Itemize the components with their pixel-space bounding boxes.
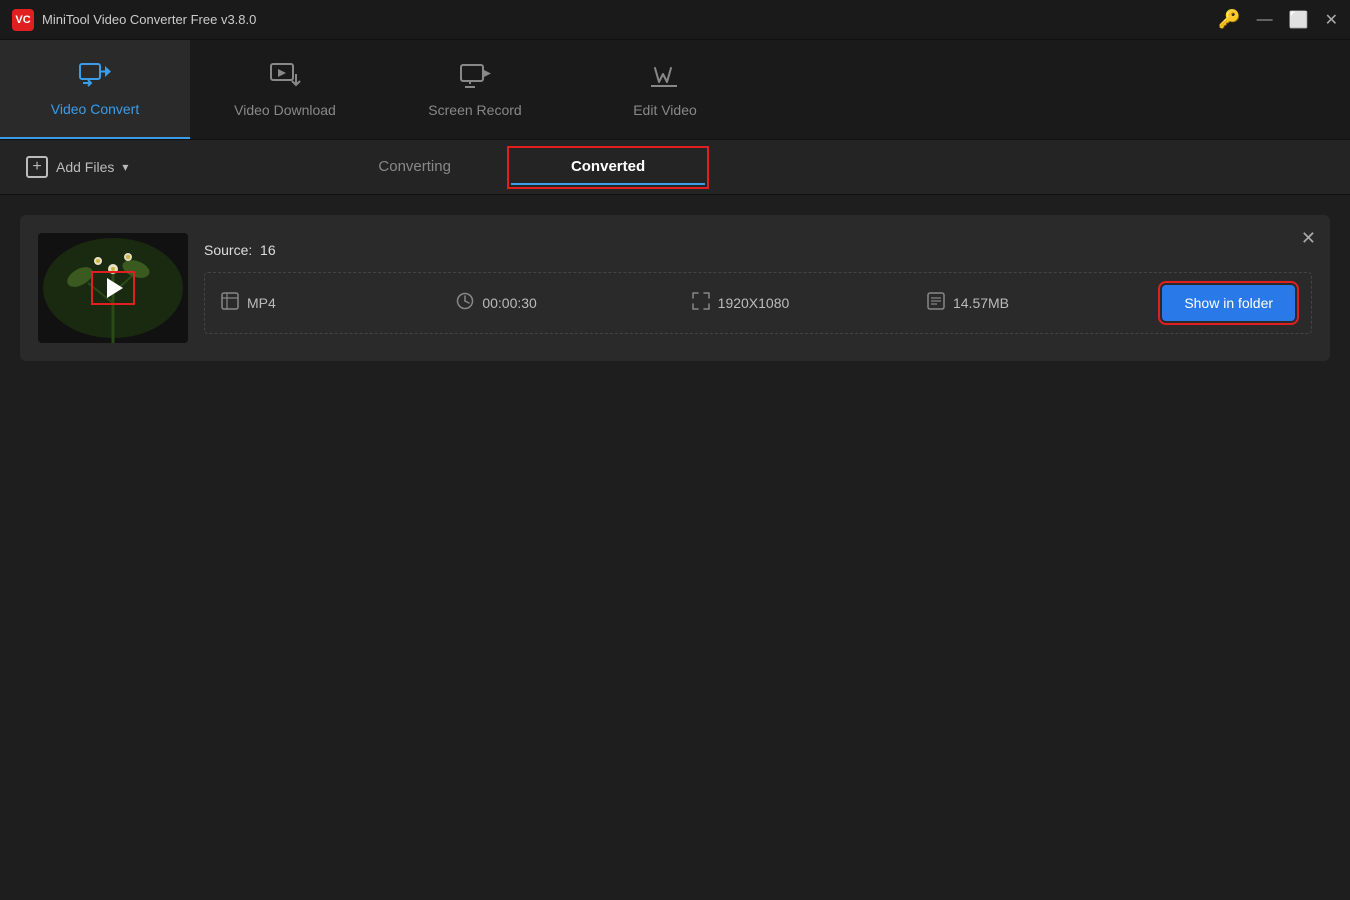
video-thumbnail <box>38 233 188 343</box>
video-convert-icon <box>79 61 111 93</box>
format-icon <box>221 292 239 315</box>
play-button[interactable] <box>91 271 135 305</box>
source-label: Source: <box>204 242 252 258</box>
tab-screen-record[interactable]: Screen Record <box>380 40 570 139</box>
close-card-button[interactable]: ✕ <box>1301 229 1316 247</box>
play-icon <box>107 278 123 298</box>
title-bar-controls: 🔑 — ⬜ ✕ <box>1218 9 1338 30</box>
duration-icon <box>456 292 474 315</box>
tab-video-convert[interactable]: Video Convert <box>0 40 190 139</box>
tab-edit-video-label: Edit Video <box>633 102 697 118</box>
title-bar: VC MiniTool Video Converter Free v3.8.0 … <box>0 0 1350 40</box>
title-bar-left: VC MiniTool Video Converter Free v3.8.0 <box>12 9 256 31</box>
duration-value: 00:00:30 <box>482 295 537 311</box>
nav-bar: Video Convert Video Download Screen Reco… <box>0 40 1350 140</box>
format-item: MP4 <box>221 292 456 315</box>
tab-video-download[interactable]: Video Download <box>190 40 380 139</box>
format-value: MP4 <box>247 295 276 311</box>
file-info: Source: 16 MP4 <box>204 242 1312 334</box>
source-line: Source: 16 <box>204 242 1312 258</box>
resolution-value: 1920X1080 <box>718 295 790 311</box>
add-files-icon: + <box>26 156 48 178</box>
tab-converting[interactable]: Converting <box>318 150 511 185</box>
app-logo: VC <box>12 9 34 31</box>
meta-row: MP4 00:00:30 <box>204 272 1312 334</box>
filesize-item: 14.57MB <box>927 292 1162 315</box>
maximize-button[interactable]: ⬜ <box>1289 10 1309 30</box>
toolbar: + Add Files ▾ Converting Converted <box>0 140 1350 195</box>
resolution-icon <box>692 292 710 315</box>
add-files-button[interactable]: + Add Files ▾ <box>16 150 138 184</box>
content-area: Source: 16 MP4 <box>0 195 1350 900</box>
video-download-icon <box>269 62 301 94</box>
app-title: MiniTool Video Converter Free v3.8.0 <box>42 12 256 27</box>
tab-edit-video[interactable]: Edit Video <box>570 40 760 139</box>
dropdown-arrow-icon: ▾ <box>122 160 128 174</box>
tab-video-convert-label: Video Convert <box>51 101 139 117</box>
key-icon[interactable]: 🔑 <box>1218 9 1240 30</box>
add-files-label: Add Files <box>56 159 114 175</box>
toolbar-tabs: Converting Converted <box>318 150 705 185</box>
minimize-button[interactable]: — <box>1257 11 1273 29</box>
tab-video-download-label: Video Download <box>234 102 336 118</box>
resolution-item: 1920X1080 <box>692 292 927 315</box>
screen-record-icon <box>459 62 491 94</box>
tab-screen-record-label: Screen Record <box>428 102 521 118</box>
edit-video-icon <box>649 62 681 94</box>
duration-item: 00:00:30 <box>456 292 691 315</box>
tab-converted[interactable]: Converted <box>511 150 705 185</box>
file-card: Source: 16 MP4 <box>20 215 1330 361</box>
filesize-value: 14.57MB <box>953 295 1009 311</box>
show-in-folder-button[interactable]: Show in folder <box>1162 285 1295 321</box>
source-number: 16 <box>260 242 276 258</box>
close-button[interactable]: ✕ <box>1325 10 1338 30</box>
filesize-icon <box>927 292 945 315</box>
